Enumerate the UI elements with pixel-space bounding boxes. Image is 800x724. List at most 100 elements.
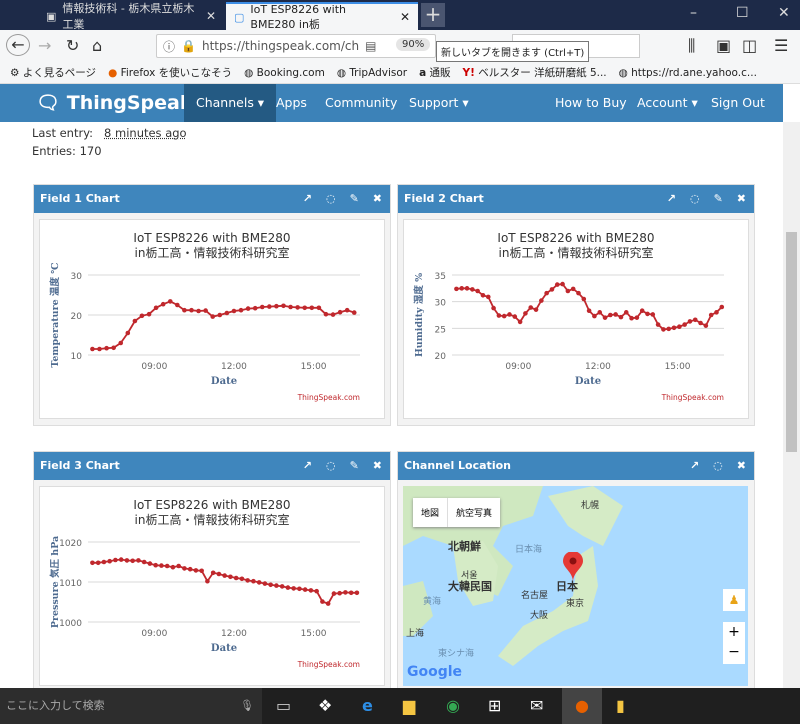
edit-icon[interactable]: ✎ [350,185,359,213]
data-point [544,290,549,296]
bookmark-item[interactable]: a 通販 [419,65,450,80]
data-point [111,345,116,351]
y-tick-label: 1010 [59,579,82,589]
minimize-icon[interactable]: – [690,5,697,21]
street-view-icon[interactable]: ♟ [723,589,745,611]
bookmark-item[interactable]: ● Firefox を使いこなそう [108,65,232,80]
close-tab-icon[interactable]: ✕ [206,9,216,23]
map-label: 上海 [406,629,425,639]
open-external-icon[interactable]: ↗ [303,452,312,480]
nav-community[interactable]: Community [325,84,397,122]
panel-title: Field 1 Chart [40,192,120,205]
dropbox-icon[interactable]: ❖ [318,696,332,715]
close-icon[interactable]: ✖ [737,452,746,480]
nav-account[interactable]: Account ▾ [637,84,698,122]
satellite-button[interactable]: 航空写真 [448,498,500,527]
close-icon[interactable]: ✖ [737,185,746,213]
pocket-icon[interactable]: ▣ [716,36,731,55]
data-point [687,319,693,324]
data-point [153,562,158,568]
new-tab-button[interactable]: + [421,3,445,27]
chrome-icon[interactable]: ◉ [446,696,460,715]
data-point [337,590,342,596]
comment-icon[interactable]: ◌ [326,185,336,213]
close-icon[interactable]: ✖ [373,185,382,213]
nav-how-to-buy[interactable]: How to Buy [555,84,627,122]
close-tab-icon[interactable]: ✕ [400,10,410,24]
onedrive-folder-icon[interactable]: ▮ [616,696,625,715]
bookmark-item[interactable]: Y! ベルスター 洋紙研磨紙 5... [463,65,607,80]
channel-map[interactable]: 地図 航空写真 札幌 北朝鮮 日本海 서울 大韓民国 日本 名古屋 東京 大阪 … [403,486,748,686]
data-point [331,591,337,596]
url-bar[interactable]: ⓘ 🔒 https://thingspeak.com/ch ▤ [156,34,436,58]
thingspeak-logo[interactable]: 🗨 ThingSpeak™ [36,91,202,114]
close-icon[interactable]: ✖ [373,452,382,480]
library-icon[interactable]: ⫼ [688,36,695,56]
data-point [95,560,101,566]
nav-apps[interactable]: Apps [276,84,307,122]
task-view-icon[interactable]: ▭ [276,696,291,715]
data-point [210,314,216,319]
field1-chart: IoT ESP8226 with BME280in栃工高・情報技術科研究室 10 2… [49,231,360,402]
y-tick-label: 30 [435,299,447,309]
reader-icon[interactable]: ▤ [365,39,376,53]
mail-icon[interactable]: ✉ [530,696,543,715]
file-explorer-icon[interactable]: ▆ [403,696,415,715]
zoom-in-button[interactable]: + [723,622,745,642]
sidebar-icon[interactable]: ◫ [742,36,757,55]
data-point [512,314,518,319]
bookmark-item[interactable]: ◍ https://rd.ane.yahoo.c... [619,67,757,79]
home-icon[interactable]: ⌂ [92,36,102,55]
tab-thingspeak[interactable]: ▢ IoT ESP8226 with BME280 in栃 ✕ [226,2,418,31]
data-point [677,324,682,330]
map-button[interactable]: 地図 [413,498,449,527]
data-point [302,587,308,592]
map-label: 日本海 [515,545,543,555]
data-point [245,578,250,583]
firefox-icon[interactable]: ● [562,688,602,724]
maximize-icon[interactable]: ☐ [736,5,749,21]
store-icon[interactable]: ⊞ [488,696,501,715]
microphone-icon[interactable]: 🎙 [240,688,254,724]
data-point [262,581,268,586]
nav-channels[interactable]: Channels ▾ [184,84,277,122]
data-point [196,308,201,314]
forward-icon[interactable]: → [38,36,51,55]
close-window-icon[interactable]: ✕ [778,5,790,21]
scrollbar-thumb[interactable] [786,232,797,452]
comment-icon[interactable]: ◌ [713,452,723,480]
data-point [639,308,645,314]
data-point [125,330,131,336]
zoom-out-button[interactable]: − [723,642,745,662]
taskbar-search[interactable]: ここに入力して検索 🎙 [0,688,262,724]
data-point [480,292,486,298]
bookmark-item[interactable]: ◍ Booking.com [244,67,325,79]
edge-icon[interactable]: e [362,696,373,715]
nav-support[interactable]: Support ▾ [409,84,469,122]
comment-icon[interactable]: ◌ [690,185,700,213]
comment-icon[interactable]: ◌ [326,452,336,480]
open-external-icon[interactable]: ↗ [690,452,699,480]
edit-icon[interactable]: ✎ [350,452,359,480]
bookmark-item[interactable]: ◍ TripAdvisor [337,67,407,79]
page-scrollbar[interactable] [783,122,800,688]
zoom-level[interactable]: 90% [396,38,431,51]
edit-icon[interactable]: ✎ [714,185,723,213]
open-external-icon[interactable]: ↗ [667,185,676,213]
data-point [533,307,539,312]
x-axis-label: Date [211,376,237,387]
reload-icon[interactable]: ↻ [66,36,79,55]
tab-school[interactable]: ▣ 情報技術科 - 栃木県立栃木工業 ✕ [38,2,224,31]
nav-sign-out[interactable]: Sign Out [711,84,765,122]
data-point [671,325,677,331]
data-point [485,294,491,300]
data-point [507,312,512,317]
menu-icon[interactable]: ☰ [774,36,788,55]
data-point [661,327,666,332]
open-external-icon[interactable]: ↗ [303,185,312,213]
field3-chart: IoT ESP8226 with BME280in栃工高・情報技術科研究室 100… [49,498,360,669]
back-icon[interactable]: ← [6,34,30,56]
bookmark-item[interactable]: ⚙ よく見るページ [10,65,96,80]
location-pin-icon[interactable] [563,552,583,582]
data-point [714,310,719,315]
